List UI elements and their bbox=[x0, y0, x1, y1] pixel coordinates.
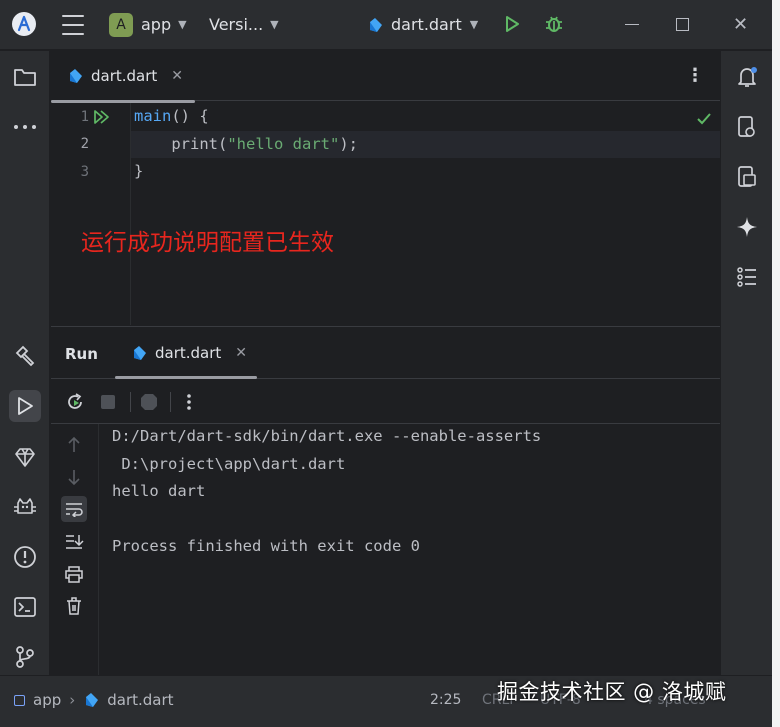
debug-button[interactable] bbox=[543, 13, 565, 35]
editor-tab-label: dart.dart bbox=[91, 67, 158, 85]
project-badge: A bbox=[109, 13, 133, 37]
run-button[interactable] bbox=[502, 14, 522, 34]
project-selector[interactable]: app ▼ bbox=[141, 15, 187, 34]
editor-tab-bar: dart.dart ✕ ⋮ bbox=[51, 51, 720, 103]
scroll-to-end-icon[interactable] bbox=[61, 529, 87, 555]
soft-wrap-icon[interactable] bbox=[61, 496, 87, 522]
dart-icon bbox=[70, 69, 82, 83]
terminal-icon[interactable] bbox=[9, 591, 41, 623]
title-bar: A app ▼ Versi... ▼ dart.dart ▼ ✕ bbox=[0, 0, 780, 50]
print-icon[interactable] bbox=[61, 561, 87, 587]
dart-icon bbox=[134, 346, 146, 360]
run-tool-window: Run dart.dart ✕ D:/Dart/dart-sdk/bin/dar… bbox=[51, 326, 720, 676]
code-token: ); bbox=[339, 135, 358, 153]
project-folder-icon[interactable] bbox=[9, 61, 41, 93]
line-gutter bbox=[51, 103, 131, 325]
run-side-toolbar bbox=[51, 424, 99, 676]
code-line-1[interactable]: main() { bbox=[134, 107, 209, 125]
vcs-selector[interactable]: Versi... ▼ bbox=[209, 15, 279, 34]
bug-icon bbox=[546, 16, 562, 32]
run-tool-icon[interactable] bbox=[9, 390, 41, 422]
console-line: D:/Dart/dart-sdk/bin/dart.exe --enable-a… bbox=[112, 427, 542, 445]
rerun-button[interactable] bbox=[63, 390, 87, 414]
dart-icon bbox=[86, 693, 99, 707]
code-token: () { bbox=[171, 107, 209, 125]
dart-icon bbox=[370, 17, 382, 32]
more-options-icon[interactable]: ⋮ bbox=[686, 65, 704, 86]
run-configuration-selector[interactable]: dart.dart ▼ bbox=[367, 15, 478, 34]
code-token: ( bbox=[218, 135, 228, 153]
code-token: "hello dart" bbox=[227, 135, 340, 153]
git-branch-icon[interactable] bbox=[9, 641, 41, 673]
gem-icon[interactable] bbox=[9, 441, 41, 473]
chevron-right-icon: › bbox=[69, 691, 76, 709]
active-tab-indicator bbox=[115, 376, 257, 379]
annotation-text: 运行成功说明配置已生效 bbox=[81, 230, 334, 256]
no-problems-check-icon[interactable] bbox=[696, 111, 712, 130]
breadcrumb: app › dart.dart bbox=[14, 691, 174, 709]
stop-button[interactable] bbox=[96, 390, 120, 414]
minimize-button[interactable] bbox=[625, 24, 639, 25]
device-manager-icon[interactable] bbox=[733, 113, 761, 141]
code-line-3[interactable]: } bbox=[134, 162, 143, 180]
android-studio-logo-icon bbox=[12, 12, 36, 36]
code-token: main bbox=[134, 107, 172, 125]
gemini-sparkle-icon[interactable] bbox=[733, 213, 761, 241]
watermark-text: 掘金技术社区 @ 洛城赋 bbox=[497, 680, 727, 704]
build-hammer-icon[interactable] bbox=[9, 340, 41, 372]
stop-all-button[interactable] bbox=[137, 390, 161, 414]
project-name: app bbox=[141, 15, 172, 34]
line-number: 3 bbox=[80, 164, 89, 180]
more-options-icon[interactable] bbox=[177, 390, 201, 414]
run-tab-label: dart.dart bbox=[155, 344, 222, 362]
toolbar-divider bbox=[170, 392, 171, 412]
code-token: } bbox=[134, 162, 144, 180]
notifications-icon[interactable] bbox=[733, 63, 761, 91]
vcs-label: Versi... bbox=[209, 15, 264, 34]
code-line-2[interactable]: print("hello dart"); bbox=[134, 135, 358, 153]
run-panel-title: Run bbox=[65, 345, 98, 363]
cursor-position[interactable]: 2:25 bbox=[430, 692, 461, 708]
maximize-button[interactable] bbox=[676, 18, 689, 31]
close-tab-icon[interactable]: ✕ bbox=[171, 68, 183, 84]
close-window-button[interactable]: ✕ bbox=[733, 14, 748, 35]
scroll-up-icon[interactable] bbox=[61, 432, 87, 458]
gutter-run-icon[interactable] bbox=[93, 109, 111, 129]
breadcrumb-file[interactable]: dart.dart bbox=[107, 691, 173, 709]
right-tool-strip bbox=[720, 51, 772, 675]
structure-list-icon[interactable] bbox=[733, 263, 761, 291]
console-line: hello dart bbox=[112, 482, 206, 500]
console-line: Process finished with exit code 0 bbox=[112, 537, 420, 555]
running-devices-icon[interactable] bbox=[733, 163, 761, 191]
left-tool-strip bbox=[0, 51, 50, 675]
scroll-down-icon[interactable] bbox=[61, 464, 87, 490]
problems-icon[interactable] bbox=[9, 541, 41, 573]
main-menu-icon[interactable] bbox=[62, 15, 84, 35]
background-window-edge bbox=[772, 0, 780, 727]
close-tab-icon[interactable]: ✕ bbox=[235, 345, 247, 361]
chevron-down-icon: ▼ bbox=[178, 18, 187, 31]
chevron-down-icon: ▼ bbox=[469, 18, 479, 31]
code-editor: dart.dart ✕ ⋮ 1 2 3 main() { print("hell… bbox=[51, 51, 720, 325]
line-number: 1 bbox=[80, 109, 89, 125]
console-line: D:\project\app\dart.dart bbox=[112, 454, 346, 473]
line-number: 2 bbox=[80, 136, 89, 152]
run-configuration-label: dart.dart bbox=[391, 15, 462, 34]
more-tools-icon[interactable] bbox=[9, 111, 41, 143]
chevron-down-icon: ▼ bbox=[270, 18, 279, 31]
breadcrumb-project[interactable]: app bbox=[33, 691, 61, 709]
logcat-icon[interactable] bbox=[9, 492, 41, 524]
console-output[interactable]: D:/Dart/dart-sdk/bin/dart.exe --enable-a… bbox=[112, 427, 541, 565]
code-token: print bbox=[171, 135, 218, 153]
run-panel-header: Run dart.dart ✕ bbox=[51, 327, 720, 379]
toolbar-divider bbox=[130, 392, 131, 412]
run-icon bbox=[506, 16, 519, 32]
run-toolbar bbox=[51, 380, 720, 424]
run-tab-dart[interactable]: dart.dart ✕ bbox=[117, 327, 257, 379]
module-icon bbox=[14, 694, 25, 706]
trash-icon[interactable] bbox=[61, 593, 87, 619]
editor-tab-dart[interactable]: dart.dart ✕ bbox=[51, 51, 195, 103]
